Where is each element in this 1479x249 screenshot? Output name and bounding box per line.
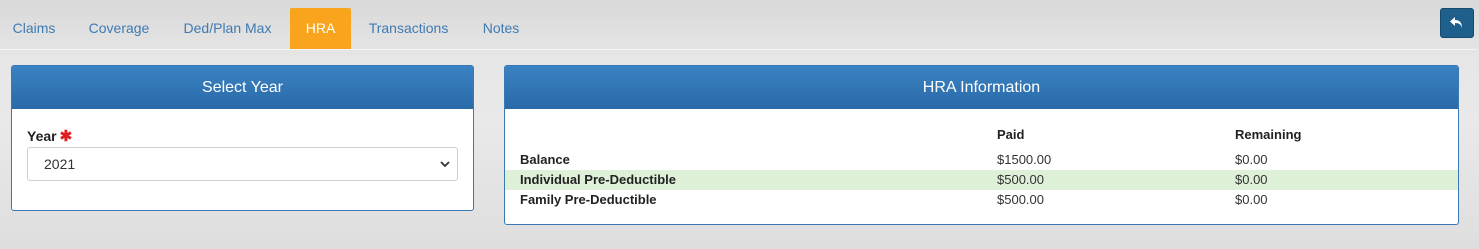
table-row: Family Pre-Deductible $500.00 $0.00 <box>505 190 1458 210</box>
row-paid: $1500.00 <box>997 152 1052 167</box>
tab-transactions[interactable]: Transactions <box>360 8 457 49</box>
tab-coverage[interactable]: Coverage <box>76 8 162 49</box>
table-row: Individual Pre-Deductible $500.00 $0.00 <box>505 170 1458 190</box>
tab-hra[interactable]: HRA <box>290 8 351 49</box>
undo-arrow-icon <box>1450 17 1462 28</box>
select-year-panel: Select Year Year ✱ 2021 <box>11 65 474 211</box>
hra-panel-title: HRA Information <box>505 66 1458 109</box>
row-remaining: $0.00 <box>1235 152 1268 167</box>
year-label: Year ✱ <box>27 127 72 145</box>
tab-ded-plan-max[interactable]: Ded/Plan Max <box>172 8 283 49</box>
hra-table: Paid Remaining Balance $1500.00 $0.00 In… <box>505 126 1458 210</box>
table-row: Balance $1500.00 $0.00 <box>505 150 1458 170</box>
tab-claims[interactable]: Claims <box>0 8 68 49</box>
column-header-paid: Paid <box>997 127 1025 142</box>
row-paid: $500.00 <box>997 192 1044 207</box>
select-year-panel-title: Select Year <box>12 66 473 109</box>
row-paid: $500.00 <box>997 172 1044 187</box>
row-remaining: $0.00 <box>1235 172 1268 187</box>
hra-table-header: Paid Remaining <box>505 126 1458 144</box>
row-remaining: $0.00 <box>1235 192 1268 207</box>
required-asterisk-icon: ✱ <box>59 128 73 145</box>
year-select[interactable]: 2021 <box>27 147 458 181</box>
row-label: Balance <box>520 152 570 167</box>
row-label: Family Pre-Deductible <box>520 192 657 207</box>
row-label: Individual Pre-Deductible <box>520 172 677 187</box>
year-select-value: 2021 <box>44 156 76 172</box>
year-label-text: Year <box>27 128 57 144</box>
column-header-remaining: Remaining <box>1235 127 1302 142</box>
chevron-down-icon <box>440 161 450 168</box>
tab-bar: Claims Coverage Ded/Plan Max HRA Transac… <box>0 0 1476 50</box>
tab-notes[interactable]: Notes <box>474 8 528 49</box>
back-button[interactable] <box>1440 8 1474 38</box>
hra-information-panel: HRA Information Paid Remaining Balance $… <box>504 65 1459 225</box>
